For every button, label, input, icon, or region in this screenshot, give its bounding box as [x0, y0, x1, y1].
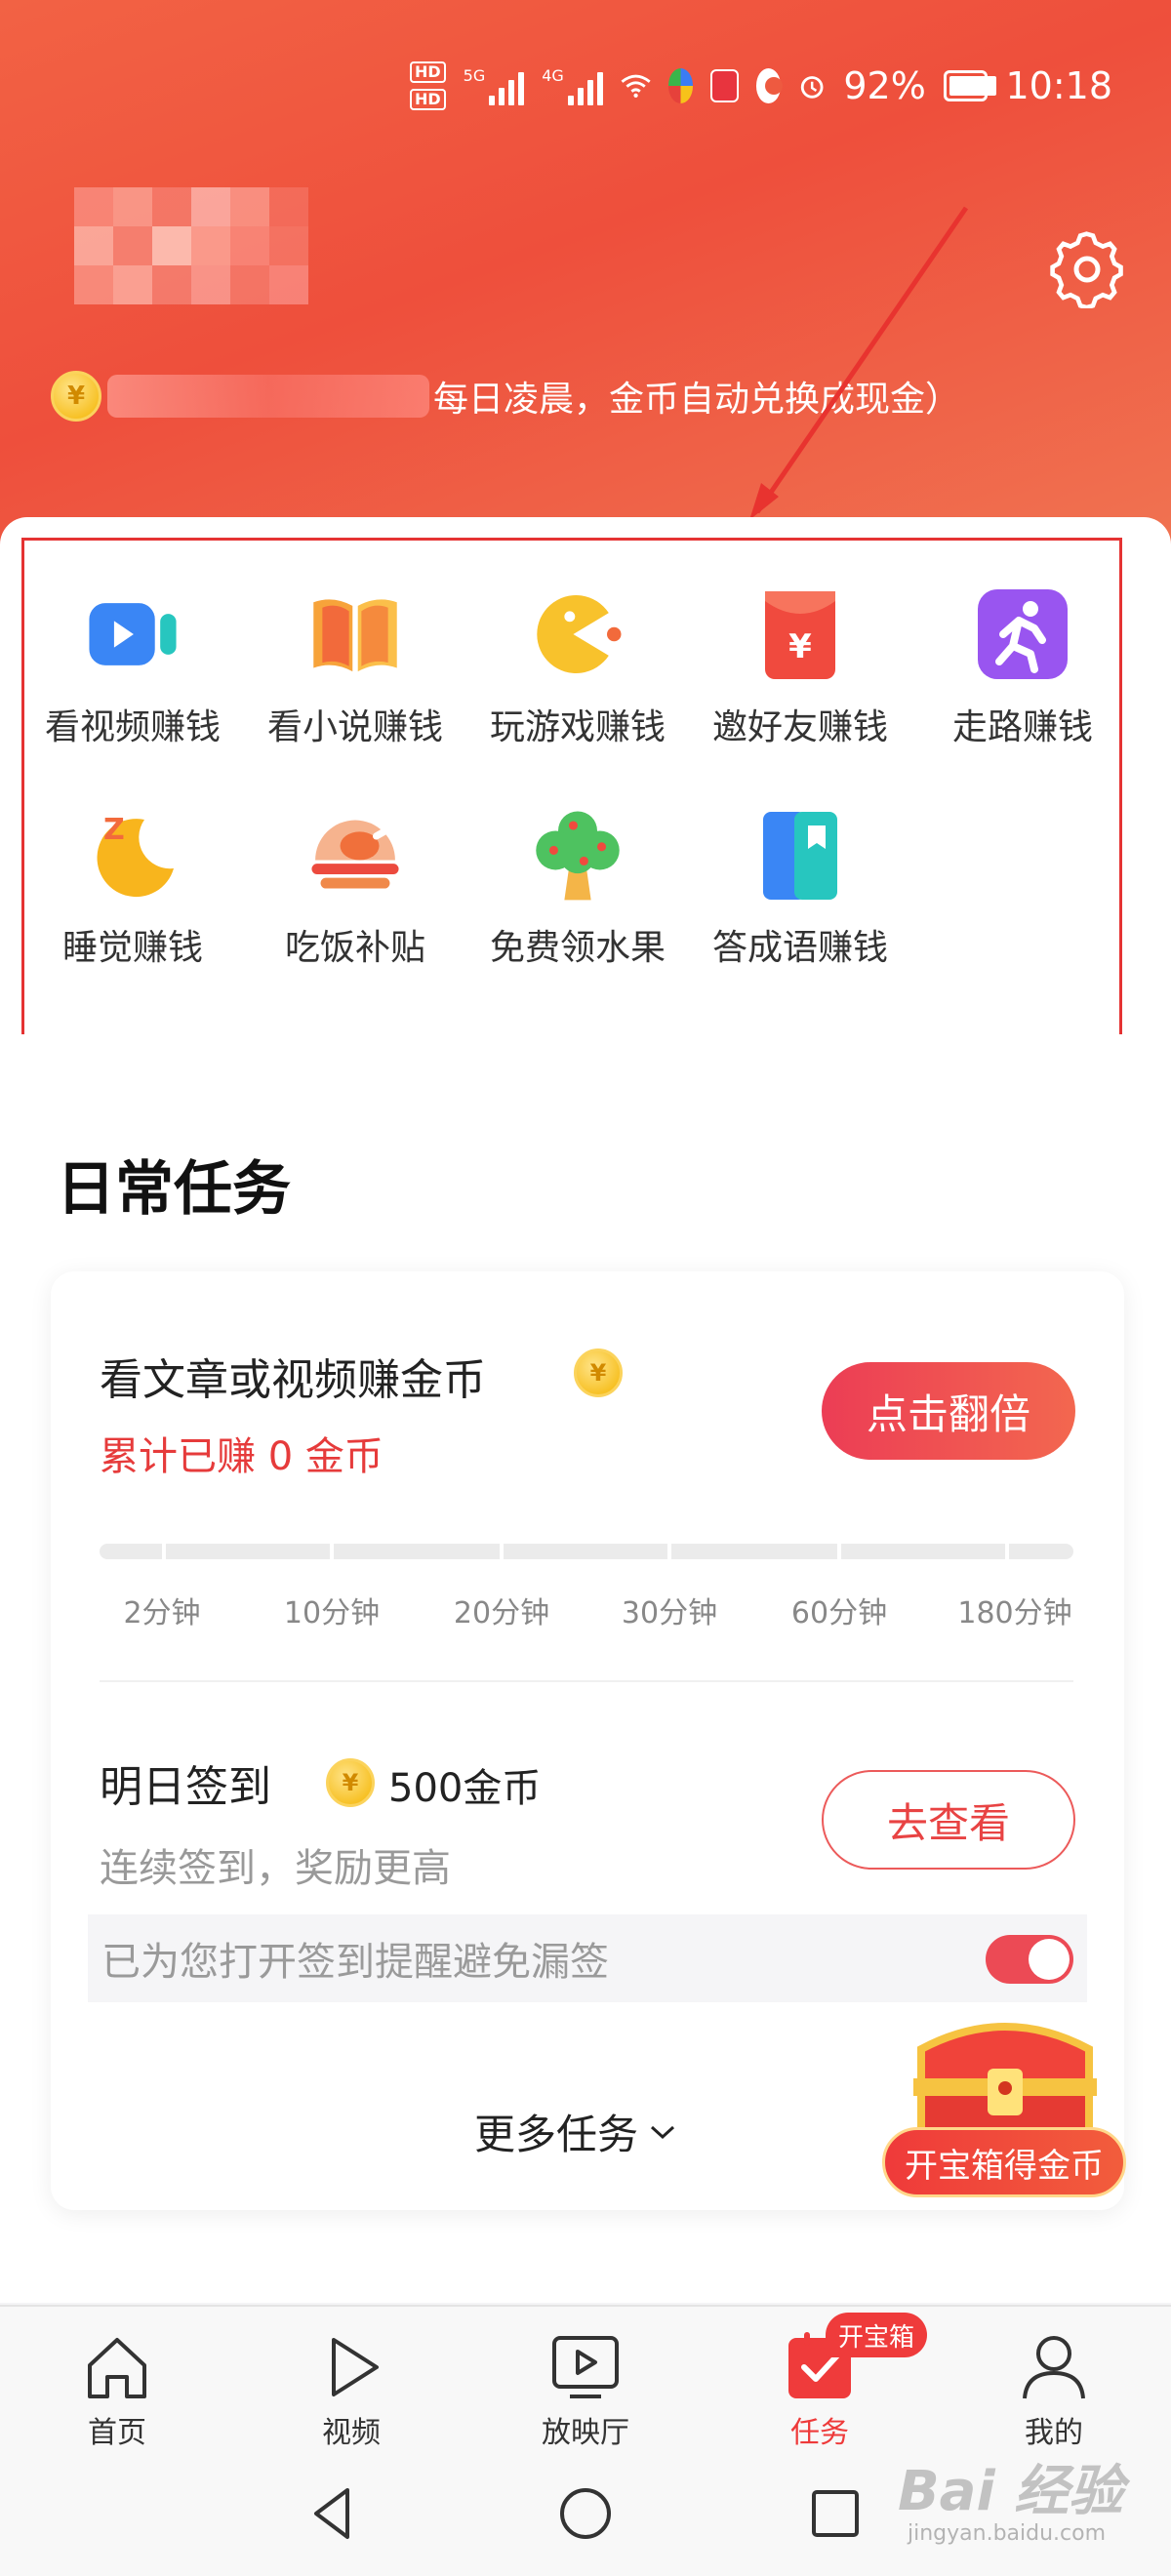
header-banner: HD HD 5G 4G 92% 10:18 ¥ 每日凌晨，金币自动兑换成现金） — [0, 0, 1171, 566]
grid-item-label: 免费领水果 — [489, 928, 666, 968]
divider — [100, 1680, 1073, 1682]
signin-reward: 500金币 — [388, 1766, 542, 1811]
signin-subtitle: 连续签到，奖励更高 — [100, 1846, 451, 1891]
settings-gear-icon[interactable] — [1048, 230, 1126, 308]
battery-percent: 92% — [843, 64, 926, 107]
tab-video[interactable]: 视频 — [273, 2328, 429, 2451]
fruit-tree-icon — [529, 806, 626, 904]
app-notification-icon — [667, 68, 694, 103]
progress-tick-label: 2分钟 — [123, 1596, 201, 1630]
reminder-toggle[interactable] — [986, 1935, 1073, 1984]
tab-badge: 开宝箱 — [826, 2313, 927, 2357]
gold-coin-icon: ¥ — [326, 1758, 375, 1807]
baidu-watermark: Bai 经验 — [898, 2460, 1124, 2523]
gold-coin-icon: ¥ — [574, 1348, 623, 1397]
video-camera-icon — [84, 585, 182, 683]
tab-label: 我的 — [1025, 2416, 1083, 2450]
grid-item-label: 看视频赚钱 — [44, 707, 221, 747]
grid-item-label: 看小说赚钱 — [266, 707, 443, 747]
grid-item-play-games[interactable]: 玩游戏赚钱 — [466, 585, 689, 749]
grid-item-label: 吃饭补贴 — [284, 928, 425, 968]
grid-item-label: 走路赚钱 — [951, 707, 1093, 747]
grid-item-watch-video[interactable]: 看视频赚钱 — [21, 585, 244, 749]
screen-play-icon — [552, 2336, 619, 2398]
grid-item-label: 玩游戏赚钱 — [489, 707, 666, 747]
pacman-icon — [529, 585, 626, 683]
view-signin-button[interactable]: 去查看 — [822, 1770, 1075, 1870]
home-circle-icon[interactable] — [554, 2482, 617, 2545]
gold-coin-icon: ¥ — [51, 371, 101, 422]
tab-me[interactable]: 我的 — [976, 2328, 1132, 2451]
user-icon — [1023, 2336, 1085, 2399]
task-page: HD HD 5G 4G 92% 10:18 ¥ 每日凌晨，金币自动兑换成现金） … — [0, 0, 1171, 2576]
grid-item-label: 睡觉赚钱 — [61, 928, 203, 968]
task-read-earned: 累计已赚 0 金币 — [100, 1434, 384, 1479]
book-icon — [306, 585, 404, 683]
progress-tick-label: 60分钟 — [790, 1596, 888, 1630]
running-icon — [974, 585, 1071, 683]
reading-progress-bar — [100, 1544, 1073, 1559]
grid-item-meal-subsidy[interactable]: 吃饭补贴 — [244, 806, 466, 970]
grid-item-idiom-quiz[interactable]: 答成语赚钱 — [689, 806, 911, 970]
sim1-hd-indicator: HD — [410, 61, 446, 83]
svg-text:¥: ¥ — [788, 627, 812, 666]
signal-4g-icon: 4G — [542, 66, 603, 105]
tab-label: 首页 — [88, 2416, 146, 2450]
signal-5g-icon: 5G — [464, 66, 525, 105]
play-icon — [332, 2338, 379, 2396]
progress-tick-label: 20分钟 — [453, 1596, 550, 1630]
chevron-down-icon — [651, 2125, 675, 2139]
grid-item-walk[interactable]: 走路赚钱 — [911, 585, 1134, 749]
earn-grid: 看视频赚钱 看小说赚钱 玩游戏赚钱 ¥ 邀好友赚钱 走路赚钱 Z 睡觉赚钱 吃饭… — [21, 585, 1134, 970]
red-envelope-icon: ¥ — [751, 585, 849, 683]
grid-item-sleep[interactable]: Z 睡觉赚钱 — [21, 806, 244, 970]
clock: 10:18 — [1005, 64, 1112, 107]
grid-item-label: 邀好友赚钱 — [711, 707, 888, 747]
more-tasks-button[interactable]: 更多任务 — [474, 2102, 677, 2161]
signin-reminder-row: 已为您打开签到提醒避免漏签 — [88, 1914, 1087, 2002]
idiom-book-icon — [751, 806, 849, 904]
section-title: 日常任务 — [57, 1155, 291, 1224]
grid-item-invite-friends[interactable]: ¥ 邀好友赚钱 — [689, 585, 911, 749]
double-reward-button[interactable]: 点击翻倍 — [822, 1362, 1075, 1460]
tab-theater[interactable]: 放映厅 — [507, 2328, 664, 2451]
bottom-tab-bar: 首页 视频 放映厅 任务 我的 — [0, 2305, 1171, 2451]
task-signin-title: 明日签到 — [100, 1762, 271, 1812]
huawei-store-icon — [710, 69, 739, 102]
tab-label: 任务 — [790, 2416, 849, 2450]
grid-item-label: 答成语赚钱 — [711, 928, 888, 968]
swirl-app-icon — [755, 68, 783, 103]
chicken-icon — [306, 806, 404, 904]
open-chest-button[interactable]: 开宝箱得金币 — [882, 2127, 1126, 2197]
reminder-text: 已为您打开签到提醒避免漏签 — [101, 1940, 609, 1985]
task-read-title: 看文章或视频赚金币 — [100, 1355, 486, 1405]
progress-ticks: 2分钟 10分钟 20分钟 30分钟 60分钟 180分钟 — [100, 1589, 1085, 1630]
progress-tick-label: 30分钟 — [621, 1596, 718, 1630]
battery-icon — [943, 70, 996, 101]
recents-icon[interactable] — [804, 2482, 867, 2545]
blurred-user-info — [74, 187, 455, 304]
svg-text:Z: Z — [103, 813, 125, 847]
tab-home[interactable]: 首页 — [39, 2328, 195, 2451]
progress-tick-label: 180分钟 — [957, 1596, 1072, 1630]
status-bar: HD HD 5G 4G 92% 10:18 — [410, 57, 1112, 115]
moon-icon: Z — [84, 806, 182, 904]
sim2-hd-indicator: HD — [410, 89, 446, 110]
progress-tick-label: 10分钟 — [283, 1596, 381, 1630]
tab-label: 放映厅 — [542, 2416, 629, 2450]
grid-item-read-novel[interactable]: 看小说赚钱 — [244, 585, 466, 749]
alarm-icon — [800, 76, 824, 99]
grid-item-free-fruit[interactable]: 免费领水果 — [466, 806, 689, 970]
watermark-url: jingyan.baidu.com — [908, 2521, 1107, 2546]
annotation-arrow — [749, 206, 969, 520]
more-tasks-label: 更多任务 — [474, 2111, 639, 2158]
tab-label: 视频 — [322, 2416, 381, 2450]
back-icon[interactable] — [303, 2482, 365, 2545]
home-icon — [88, 2338, 146, 2398]
wifi-icon — [621, 74, 651, 99]
blurred-balance — [107, 375, 429, 418]
